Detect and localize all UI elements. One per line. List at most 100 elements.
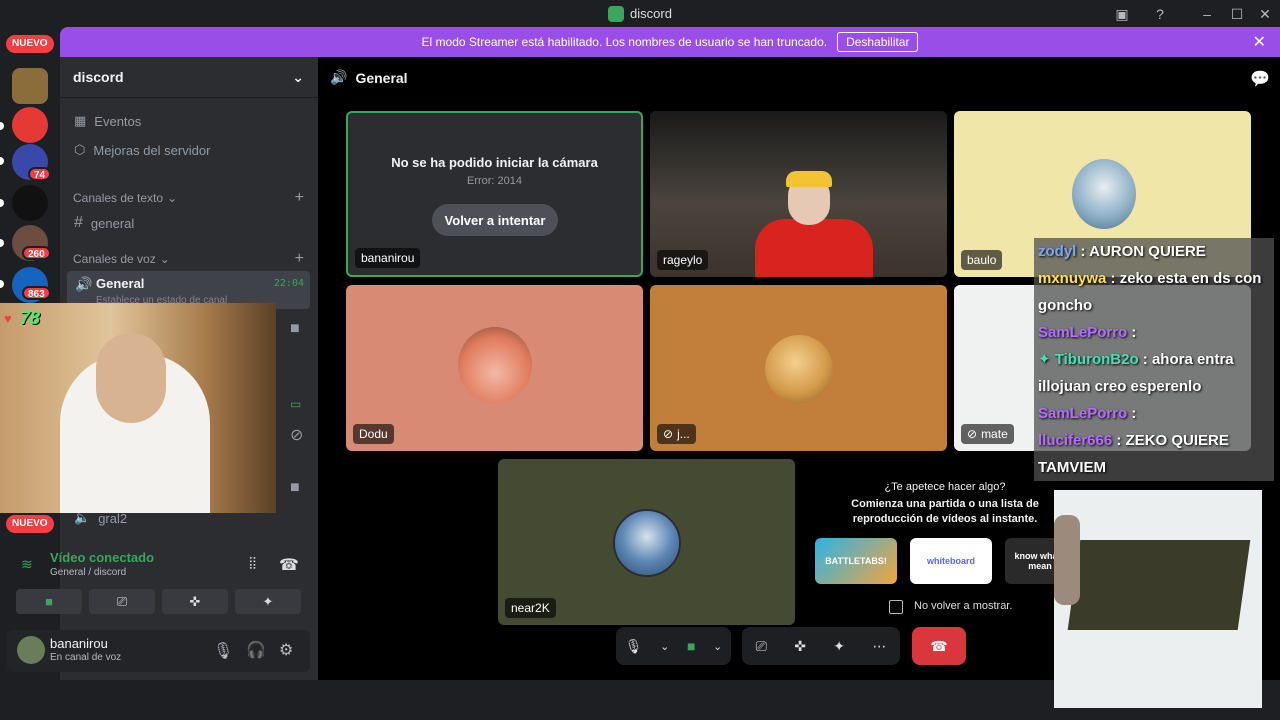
help-icon[interactable]: ? bbox=[1150, 4, 1170, 24]
dont-show-checkbox[interactable] bbox=[889, 600, 903, 614]
soundboard-icon: ✦ bbox=[262, 593, 274, 609]
screen-share-icon: ⎚ bbox=[116, 593, 128, 609]
add-channel-icon[interactable]: + bbox=[295, 250, 304, 268]
video-tile-j[interactable]: ⊘ j... bbox=[650, 285, 947, 451]
close-window-button[interactable]: ✕ bbox=[1255, 4, 1275, 24]
video-icon: ■ bbox=[45, 594, 53, 609]
gear-icon[interactable]: ⚙ bbox=[279, 640, 293, 660]
microphone-icon[interactable]: 🎙 bbox=[625, 638, 643, 655]
participant-name: rageylo bbox=[663, 253, 703, 267]
more-icon[interactable]: ⋯ bbox=[872, 638, 886, 655]
voice-channel-time: 22:04 bbox=[273, 278, 304, 289]
screen-share-icon[interactable]: ⎚ bbox=[756, 638, 767, 655]
headphones-icon[interactable]: 🎧 bbox=[246, 640, 266, 660]
connection-route[interactable]: General / discord bbox=[50, 567, 126, 578]
chat-text: : AURON QUIERE bbox=[1076, 243, 1206, 260]
banner-text: El modo Streamer está habilitado. Los no… bbox=[421, 35, 828, 49]
chat-icon[interactable]: 💬 bbox=[1250, 69, 1270, 89]
minimize-button[interactable]: – bbox=[1197, 4, 1217, 24]
participant-avatar bbox=[613, 509, 681, 577]
video-icon[interactable]: ■ bbox=[687, 638, 695, 654]
participant-avatar bbox=[765, 335, 833, 403]
activity-card-battletabs[interactable]: BATTLETABS! bbox=[815, 538, 897, 584]
person-arm bbox=[1054, 515, 1080, 605]
chat-username: llucifer666 bbox=[1038, 432, 1113, 449]
noise-suppression-icon[interactable]: ⦙⦙ bbox=[249, 556, 256, 574]
add-channel-icon[interactable]: + bbox=[295, 189, 304, 207]
retry-camera-button[interactable]: Volver a intentar bbox=[432, 204, 558, 236]
gamepad-icon[interactable]: ✜ bbox=[794, 638, 806, 655]
signal-icon: ≋ bbox=[21, 556, 33, 572]
leave-call-button[interactable]: ☎ bbox=[912, 627, 966, 665]
video-tile-bananirou[interactable]: No se ha podido iniciar la cámara Error:… bbox=[346, 111, 643, 277]
chevron-down-icon: ⌄ bbox=[159, 252, 170, 266]
streamer-webcam-overlay: ♥ 78 bbox=[0, 303, 276, 513]
server-icon[interactable] bbox=[12, 107, 48, 143]
chat-message: SamLePorro : bbox=[1034, 319, 1274, 346]
mention-badge: 74 bbox=[28, 167, 52, 181]
activity-card-label: BATTLETABS! bbox=[825, 556, 887, 566]
participant-nametag: near2K bbox=[505, 598, 556, 618]
microphone-icon[interactable]: 🎙 bbox=[213, 641, 233, 661]
video-tile-dodu[interactable]: Dodu bbox=[346, 285, 643, 451]
text-channel-general[interactable]: # general bbox=[74, 214, 134, 232]
channel-label: general bbox=[90, 215, 135, 231]
heart-icon: ♥ bbox=[4, 311, 12, 326]
nuevo-badge: NUEVO bbox=[6, 515, 54, 533]
participant-nametag: rageylo bbox=[657, 250, 709, 270]
beanie bbox=[786, 171, 832, 187]
activity-card-whiteboard[interactable]: whiteboard bbox=[910, 538, 992, 584]
server-header[interactable]: discord ⌄ bbox=[60, 57, 318, 98]
unread-pip bbox=[0, 199, 4, 207]
server-icon[interactable] bbox=[12, 68, 48, 104]
audio-video-controls: 🎙 ⌄ ■ ⌄ bbox=[616, 627, 731, 665]
inbox-icon[interactable]: ▣ bbox=[1112, 4, 1132, 24]
unread-pip bbox=[0, 157, 4, 165]
hash-icon: # bbox=[74, 214, 83, 231]
avatar[interactable] bbox=[17, 636, 45, 664]
unread-pip bbox=[0, 280, 4, 288]
chevron-down-icon[interactable]: ⌄ bbox=[660, 640, 669, 653]
participant-name: Dodu bbox=[359, 427, 388, 441]
streamer-mode-banner: El modo Streamer está habilitado. Los no… bbox=[60, 27, 1280, 57]
call-controls: 🎙 ⌄ ■ ⌄ ⎚ ✜ ✦ ⋯ ☎ bbox=[616, 627, 966, 667]
screen-share-button[interactable]: ⎚ bbox=[89, 589, 155, 614]
speaker-icon: 🔊 bbox=[330, 69, 348, 85]
activity-subtitle: Comienza una partida o una lista de repr… bbox=[851, 498, 1039, 525]
maximize-button[interactable]: ☐ bbox=[1227, 4, 1247, 24]
category-label: Canales de voz bbox=[73, 252, 156, 266]
video-button[interactable]: ■ bbox=[16, 589, 82, 614]
mention-badge: 863 bbox=[22, 286, 51, 300]
server-icon[interactable] bbox=[12, 185, 48, 221]
soundboard-icon[interactable]: ✦ bbox=[833, 638, 845, 655]
soundboard-button[interactable]: ✦ bbox=[235, 589, 301, 614]
participant-nametag: Dodu bbox=[353, 424, 394, 444]
chat-message: ✦ TiburonB2o : ahora entra illojuan creo… bbox=[1034, 346, 1274, 400]
disable-streamer-button[interactable]: Deshabilitar bbox=[837, 32, 919, 52]
connection-status: Vídeo conectado bbox=[50, 550, 155, 565]
disconnect-icon[interactable]: ☎ bbox=[279, 555, 299, 575]
video-tile-rageylo[interactable]: rageylo bbox=[650, 111, 947, 277]
person-figure bbox=[755, 219, 873, 277]
video-tile-near2k[interactable]: near2K bbox=[498, 459, 795, 625]
chat-message: zodyl : AURON QUIERE bbox=[1034, 238, 1274, 265]
activity-card-label: whiteboard bbox=[926, 556, 975, 566]
user-name: bananirou bbox=[50, 636, 108, 651]
close-icon[interactable]: ✕ bbox=[1253, 32, 1266, 52]
text-category[interactable]: Canales de texto ⌄ bbox=[73, 191, 177, 205]
sidebar-item-label: Eventos bbox=[94, 113, 142, 129]
chevron-down-icon[interactable]: ⌄ bbox=[713, 640, 722, 653]
participant-name: bananirou bbox=[361, 251, 415, 265]
sidebar-item-events[interactable]: ▦ Eventos bbox=[74, 113, 141, 129]
activities-button[interactable]: ✜ bbox=[162, 589, 228, 614]
mention-badge: 260 bbox=[22, 246, 51, 260]
sidebar-item-boosts[interactable]: ⬡ Mejoras del servidor bbox=[74, 142, 210, 158]
chat-message: SamLePorro : bbox=[1034, 400, 1274, 427]
voice-category[interactable]: Canales de voz ⌄ bbox=[73, 252, 170, 266]
streamer-face bbox=[96, 333, 166, 423]
participant-nametag: ⊘ j... bbox=[657, 424, 696, 444]
participant-name: near2K bbox=[511, 601, 550, 615]
participant-nametag: baulo bbox=[961, 250, 1003, 270]
rug-object bbox=[1067, 540, 1251, 630]
window-title: discord bbox=[608, 5, 672, 22]
